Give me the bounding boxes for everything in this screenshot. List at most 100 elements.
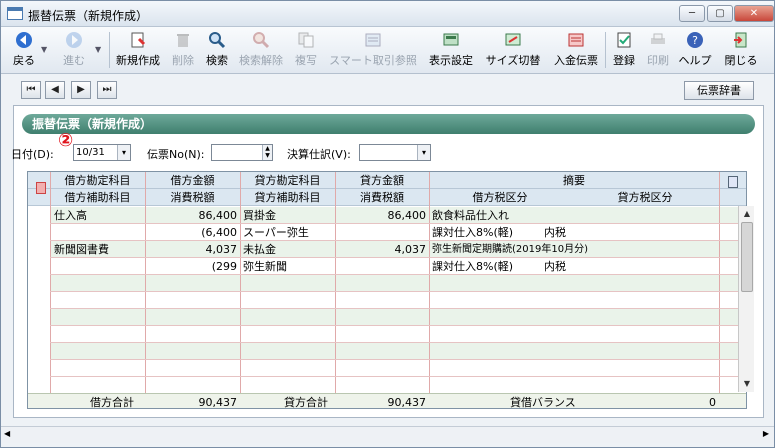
row-highlight (50, 343, 740, 359)
register-label: 登録 (613, 54, 635, 67)
last-record-button[interactable]: ⏭ (97, 81, 117, 99)
help-button[interactable]: ? ヘルプ (675, 30, 715, 70)
forward-button[interactable]: 進む (57, 30, 91, 70)
debit-tax-cell[interactable]: (299 (145, 258, 240, 275)
credit-account-cell[interactable]: 買掛金 (243, 207, 333, 224)
memo-cell[interactable]: 弥生新聞定期購読(2019年10月分) (432, 241, 628, 258)
window-horizontal-scrollbar[interactable]: ◀ ▶ (1, 426, 774, 443)
debit-tax-class-cell[interactable]: 課対仕入8%(軽) (432, 224, 520, 241)
calendar-dropdown-icon[interactable]: ▾ (117, 145, 130, 160)
smart-ref-icon (365, 33, 381, 47)
first-record-button[interactable]: ⏮ (21, 81, 41, 99)
slip-no-label: 伝票No(N): (147, 148, 205, 161)
prev-record-button[interactable]: ◀ (45, 81, 65, 99)
toolbar-separator (109, 32, 110, 68)
minimize-button[interactable]: ─ (679, 5, 705, 22)
clear-search-icon (253, 32, 270, 49)
scroll-left-icon[interactable]: ◀ (4, 429, 10, 438)
deposit-slip-icon (568, 33, 584, 47)
display-settings-icon (443, 33, 459, 46)
header-debit-account: 借方勘定科目 (64, 174, 131, 187)
chevron-down-icon[interactable]: ▾ (417, 145, 430, 160)
date-value: 10/31 (76, 147, 105, 158)
header-credit-tax-class: 貸方税区分 (617, 191, 673, 204)
next-record-button[interactable]: ▶ (71, 81, 91, 99)
slip-no-field[interactable]: ▲ ▼ (211, 144, 273, 161)
debit-account-cell[interactable]: 仕入高 (54, 207, 144, 224)
closing-entry-label: 決算仕訳(V): (287, 148, 351, 161)
scroll-up-icon[interactable]: ▲ (739, 206, 755, 222)
record-navigation: ⏮ ◀ ▶ ⏭ 伝票辞書 (1, 75, 774, 105)
maximize-button[interactable]: ▢ (707, 5, 733, 22)
debit-amount-cell[interactable]: 86,400 (145, 207, 240, 224)
closing-entry-select[interactable]: ▾ (359, 144, 431, 161)
print-button[interactable]: 印刷 (643, 30, 673, 70)
row-divider (50, 325, 740, 326)
credit-amount-cell[interactable]: 86,400 (335, 207, 429, 224)
header-debit-tax-class: 借方税区分 (472, 191, 528, 204)
new-button[interactable]: 新規作成 (113, 30, 163, 70)
size-toggle-label: サイズ切替 (485, 54, 541, 67)
balance-value: 0 (709, 396, 716, 409)
size-toggle-button[interactable]: サイズ切替 (481, 30, 545, 70)
debit-amount-cell[interactable]: 4,037 (145, 241, 240, 258)
header-debit-sub-account: 借方補助科目 (64, 191, 131, 204)
register-icon (617, 32, 631, 48)
clear-search-button[interactable]: 検索解除 (235, 30, 287, 70)
delete-label: 削除 (172, 54, 194, 67)
balance-label: 貸借バランス (510, 396, 576, 409)
debit-tax-cell[interactable]: (6,400 (145, 224, 240, 241)
credit-account-cell[interactable]: 未払金 (243, 241, 333, 258)
header-credit-tax: 消費税額 (360, 191, 404, 204)
annotation-marker-2: ② (58, 130, 74, 151)
spinner-icon[interactable]: ▲ ▼ (262, 145, 272, 160)
size-toggle-icon (505, 33, 521, 46)
forward-label: 進む (63, 54, 85, 67)
display-settings-button[interactable]: 表示設定 (425, 30, 477, 70)
debit-account-cell[interactable]: 新聞図書費 (54, 241, 144, 258)
delete-button[interactable]: 削除 (167, 30, 199, 70)
slip-icon (36, 182, 46, 194)
row-divider (50, 376, 740, 377)
date-label: 日付(D): (11, 148, 54, 161)
arrow-right-icon (66, 32, 82, 48)
totals-row: 借方合計 90,437 貸方合計 90,437 貸借バランス 0 (28, 393, 746, 409)
grid-vertical-scrollbar[interactable]: ▲ ▼ (738, 206, 754, 392)
column-settings-icon[interactable] (728, 176, 738, 188)
copy-button[interactable]: 複写 (291, 30, 321, 70)
header-debit-tax: 消費税額 (170, 191, 215, 204)
credit-amount-cell[interactable]: 4,037 (335, 241, 429, 258)
exit-door-icon (734, 32, 747, 48)
credit-sub-account-cell[interactable]: スーパー弥生 (243, 224, 333, 241)
credit-sub-account-cell[interactable]: 弥生新聞 (243, 258, 333, 275)
scroll-right-icon[interactable]: ▶ (763, 429, 769, 438)
credit-tax-class-cell[interactable]: 内税 (544, 258, 584, 275)
credit-tax-class-cell[interactable]: 内税 (544, 224, 584, 241)
deposit-slip-button[interactable]: 入金伝票 (549, 30, 603, 70)
display-settings-label: 表示設定 (429, 54, 473, 67)
header-credit-account: 貸方勘定科目 (254, 174, 321, 187)
back-label: 戻る (13, 54, 35, 67)
credit-total-label: 貸方合計 (284, 396, 328, 409)
register-button[interactable]: 登録 (609, 30, 639, 70)
back-button[interactable]: 戻る (7, 30, 41, 70)
copy-icon (298, 32, 314, 48)
slip-dictionary-button[interactable]: 伝票辞書 (684, 81, 754, 100)
row-divider (50, 308, 740, 309)
forward-dropdown-icon[interactable]: ▼ (95, 45, 101, 54)
smart-reference-button[interactable]: スマート取引参照 (325, 30, 421, 70)
close-label: 閉じる (724, 54, 758, 67)
debit-total-label: 借方合計 (90, 396, 134, 409)
memo-cell[interactable]: 飲食料品仕入れ (432, 207, 532, 224)
close-window-button[interactable]: ✕ (734, 5, 774, 22)
debit-tax-class-cell[interactable]: 課対仕入8%(軽) (432, 258, 520, 275)
back-dropdown-icon[interactable]: ▼ (41, 45, 47, 54)
search-button[interactable]: 検索 (201, 30, 233, 70)
scroll-down-icon[interactable]: ▼ (739, 376, 755, 392)
header-credit-sub-account: 貸方補助科目 (254, 191, 321, 204)
new-label: 新規作成 (116, 54, 160, 67)
date-field[interactable]: 10/31 ▾ (73, 144, 131, 161)
window-title: 振替伝票（新規作成） (28, 9, 149, 23)
close-button[interactable]: 閉じる (719, 30, 763, 70)
scrollbar-thumb[interactable] (741, 222, 753, 292)
